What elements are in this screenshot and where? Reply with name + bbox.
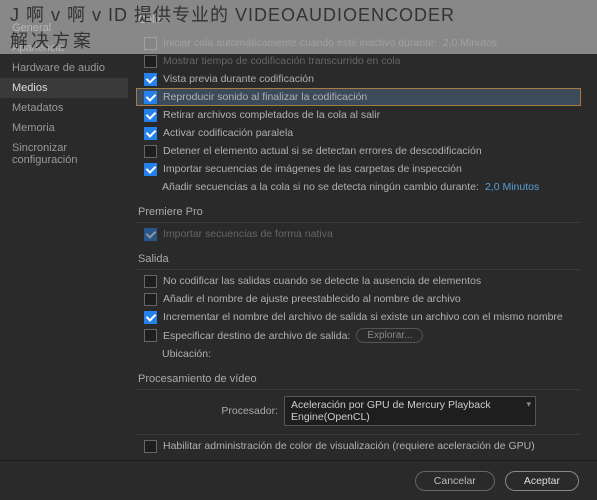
checkbox-import-native: [144, 228, 157, 241]
row-location: Ubicación:: [136, 345, 581, 363]
checkbox-show-time[interactable]: [144, 55, 157, 68]
label-stop-errors: Detener el elemento actual si se detecta…: [163, 145, 482, 157]
label-add-preset-name: Añadir el nombre de ajuste preestablecid…: [163, 293, 461, 305]
row-increment-name: Incrementar el nombre del archivo de sal…: [136, 308, 581, 326]
value-auto-start: 2,0 Minutos: [443, 37, 497, 49]
sidebar-item-sincronizar[interactable]: Sincronizar configuración: [0, 138, 128, 170]
section-title-cola: Cola: [136, 14, 581, 26]
value-add-seq[interactable]: 2,0 Minutos: [485, 181, 539, 193]
row-no-encode: No codificar las salidas cuando se detec…: [136, 272, 581, 290]
label-import-native: Importar secuencias de forma nativa: [163, 228, 333, 240]
sidebar-item-hardware-audio[interactable]: Hardware de audio: [0, 58, 128, 78]
checkbox-parallel[interactable]: [144, 127, 157, 140]
label-import-seq: Importar secuencias de imágenes de las c…: [163, 163, 462, 175]
checkbox-color-mgmt[interactable]: [144, 440, 157, 453]
checkbox-stop-errors[interactable]: [144, 145, 157, 158]
divider-proc: [136, 389, 581, 390]
label-parallel: Activar codificación paralela: [163, 127, 293, 139]
row-parallel: Activar codificación paralela: [136, 124, 581, 142]
select-processor[interactable]: Aceleración por GPU de Mercury Playback …: [284, 396, 536, 426]
row-import-seq: Importar secuencias de imágenes de las c…: [136, 160, 581, 178]
checkbox-increment-name[interactable]: [144, 311, 157, 324]
row-add-preset-name: Añadir el nombre de ajuste preestablecid…: [136, 290, 581, 308]
row-import-native: Importar secuencias de forma nativa: [136, 225, 581, 243]
row-processor: Procesador: Aceleración por GPU de Mercu…: [136, 392, 581, 432]
checkbox-play-sound[interactable]: [144, 91, 157, 104]
browse-button[interactable]: Explorar...: [356, 328, 423, 343]
label-specify-dest: Especificar destino de archivo de salida…: [163, 330, 350, 342]
sidebar-item-metadatos[interactable]: Metadatos: [0, 98, 128, 118]
row-auto-start: Iniciar cola automáticamente cuando esté…: [136, 34, 581, 52]
checkbox-no-encode[interactable]: [144, 275, 157, 288]
label-location: Ubicación:: [162, 348, 211, 360]
row-show-time: Mostrar tiempo de codificación transcurr…: [136, 52, 581, 70]
row-preview: Vista previa durante codificación: [136, 70, 581, 88]
checkbox-preview[interactable]: [144, 73, 157, 86]
accept-button[interactable]: Aceptar: [505, 471, 579, 491]
checkbox-import-seq[interactable]: [144, 163, 157, 176]
label-processor: Procesador:: [136, 405, 284, 417]
section-title-salida: Salida: [138, 253, 581, 265]
label-auto-start: Iniciar cola automáticamente cuando esté…: [163, 37, 437, 49]
row-remove-completed: Retirar archivos completados de la cola …: [136, 106, 581, 124]
divider-salida: [136, 269, 581, 270]
label-remove-completed: Retirar archivos completados de la cola …: [163, 109, 380, 121]
sidebar-item-memoria[interactable]: Memoria: [0, 118, 128, 138]
label-color-mgmt: Habilitar administración de color de vis…: [163, 440, 535, 452]
checkbox-specify-dest[interactable]: [144, 329, 157, 342]
cancel-button[interactable]: Cancelar: [415, 471, 495, 491]
section-title-premiere: Premiere Pro: [138, 206, 581, 218]
row-stop-errors: Detener el elemento actual si se detecta…: [136, 142, 581, 160]
sidebar-item-medios[interactable]: Medios: [0, 78, 128, 98]
checkbox-add-preset-name[interactable]: [144, 293, 157, 306]
divider-premiere: [136, 222, 581, 223]
label-no-encode: No codificar las salidas cuando se detec…: [163, 275, 481, 287]
label-play-sound: Reproducir sonido al finalizar la codifi…: [163, 91, 367, 103]
sidebar-item-general[interactable]: General: [0, 18, 128, 38]
row-add-seq: Añadir secuencias a la cola si no se det…: [136, 178, 581, 196]
sidebar-item-apariencia[interactable]: Apariencia: [0, 38, 128, 58]
label-add-seq: Añadir secuencias a la cola si no se det…: [162, 181, 479, 193]
checkbox-auto-start[interactable]: [144, 37, 157, 50]
section-title-proc: Procesamiento de vídeo: [138, 373, 581, 385]
content-panel: Cola Iniciar cola automáticamente cuando…: [128, 0, 597, 460]
dialog-footer: Cancelar Aceptar: [0, 460, 597, 500]
row-specify-dest: Especificar destino de archivo de salida…: [136, 326, 581, 345]
preferences-sidebar: General Apariencia Hardware de audio Med…: [0, 0, 128, 460]
label-preview: Vista previa durante codificación: [163, 73, 314, 85]
divider-color: [136, 434, 581, 435]
row-color-mgmt: Habilitar administración de color de vis…: [136, 437, 581, 455]
row-play-sound: Reproducir sonido al finalizar la codifi…: [136, 88, 581, 106]
label-increment-name: Incrementar el nombre del archivo de sal…: [163, 311, 563, 323]
label-show-time: Mostrar tiempo de codificación transcurr…: [163, 55, 401, 67]
checkbox-remove-completed[interactable]: [144, 109, 157, 122]
